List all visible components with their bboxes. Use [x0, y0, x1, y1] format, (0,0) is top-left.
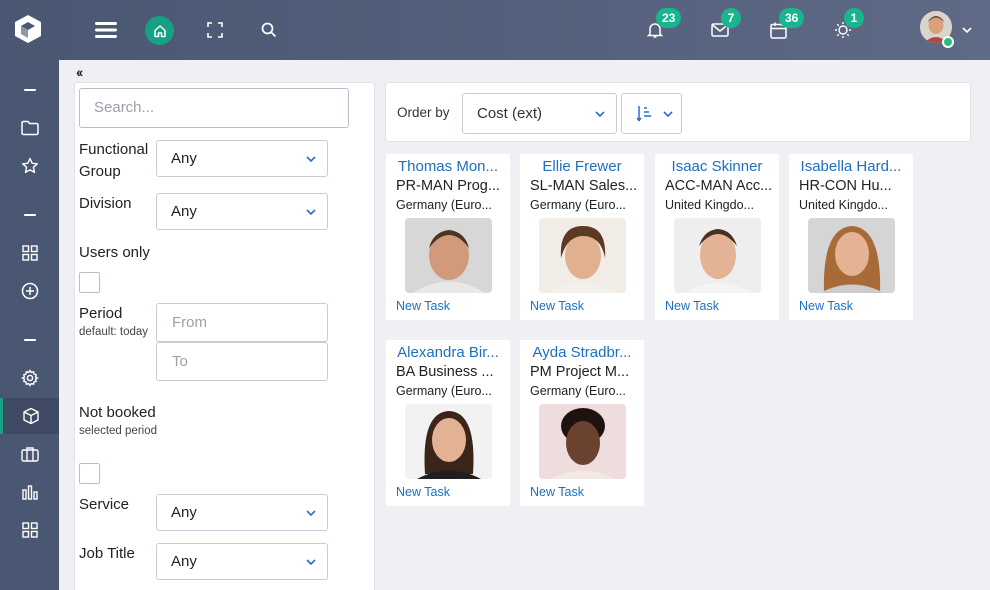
app-logo-icon[interactable]	[14, 14, 42, 44]
add-circle-icon[interactable]	[0, 273, 59, 309]
resource-card[interactable]: Thomas Mon... PR-MAN Prog... Germany (Eu…	[386, 154, 510, 320]
resource-role: BA Business ...	[396, 364, 494, 380]
home-button[interactable]	[145, 16, 174, 45]
rail-separator	[0, 72, 59, 108]
job-title-select[interactable]: Any	[156, 543, 328, 580]
job-title-value: Any	[171, 553, 197, 570]
new-task-link[interactable]: New Task	[396, 299, 450, 313]
chevron-down-icon	[306, 209, 316, 216]
resource-location: Germany (Euro...	[396, 384, 492, 398]
resource-name-link[interactable]: Isabella Hard...	[789, 158, 913, 175]
rail-separator	[0, 322, 59, 358]
resources-cube-icon[interactable]	[0, 398, 59, 434]
division-value: Any	[171, 203, 197, 220]
period-from-input[interactable]: From	[156, 303, 328, 342]
service-select[interactable]: Any	[156, 494, 328, 531]
job-title-label: Job Title	[79, 545, 135, 562]
period-label: Period	[79, 305, 123, 322]
resource-role: ACC-MAN Acc...	[665, 178, 773, 194]
order-by-select[interactable]: Cost (ext)	[462, 93, 617, 134]
not-booked-label: Not booked	[79, 404, 156, 421]
resource-card[interactable]: Alexandra Bir... BA Business ... Germany…	[386, 340, 510, 506]
notifications-badge: 23	[656, 8, 682, 28]
service-label: Service	[79, 496, 130, 513]
new-task-link[interactable]: New Task	[530, 485, 584, 499]
resource-name-link[interactable]: Ellie Frewer	[520, 158, 644, 175]
new-task-link[interactable]: New Task	[396, 485, 450, 499]
home-icon	[153, 24, 166, 37]
resource-location: Germany (Euro...	[396, 198, 492, 212]
search-input[interactable]: Search...	[79, 88, 349, 128]
grid-icon[interactable]	[0, 235, 59, 271]
division-select[interactable]: Any	[156, 193, 328, 230]
period-sublabel: default: today	[79, 326, 149, 338]
chevron-down-icon	[306, 559, 316, 566]
chevron-down-icon	[595, 111, 605, 118]
messages-badge: 7	[721, 8, 741, 28]
sort-direction-button[interactable]	[621, 93, 682, 134]
resource-role: SL-MAN Sales...	[530, 178, 638, 194]
division-label: Division	[79, 195, 132, 212]
resource-photo[interactable]	[405, 404, 492, 479]
order-by-label: Order by	[397, 105, 450, 120]
resource-role: PM Project M...	[530, 364, 630, 380]
resource-location: United Kingdo...	[665, 198, 754, 212]
resource-photo[interactable]	[808, 218, 895, 293]
new-task-link[interactable]: New Task	[799, 299, 853, 313]
settings-gear-icon[interactable]	[0, 360, 59, 396]
chevron-down-icon	[663, 111, 673, 118]
search-icon[interactable]	[257, 18, 281, 42]
resource-photo[interactable]	[539, 218, 626, 293]
resource-location: Germany (Euro...	[530, 198, 626, 212]
rail-separator	[0, 197, 59, 233]
users-only-checkbox[interactable]	[79, 272, 100, 293]
resource-card[interactable]: Isaac Skinner ACC-MAN Acc... United King…	[655, 154, 779, 320]
functional-group-label: Functional Group	[79, 141, 149, 180]
tips-badge: 1	[844, 8, 864, 28]
period-to-input[interactable]: To	[156, 342, 328, 381]
fullscreen-icon[interactable]	[203, 18, 227, 42]
functional-group-select[interactable]: Any	[156, 140, 328, 177]
chevron-down-icon[interactable]	[960, 23, 974, 37]
collapse-panel-icon[interactable]: ‹‹	[76, 64, 83, 80]
resource-photo[interactable]	[539, 404, 626, 479]
new-task-link[interactable]: New Task	[665, 299, 719, 313]
service-value: Any	[171, 504, 197, 521]
resource-name-link[interactable]: Ayda Stradbr...	[520, 344, 644, 361]
resource-photo[interactable]	[674, 218, 761, 293]
sort-ascending-icon	[636, 106, 651, 122]
resource-card[interactable]: Ayda Stradbr... PM Project M... Germany …	[520, 340, 644, 506]
resource-name-link[interactable]: Thomas Mon...	[386, 158, 510, 175]
resource-name-link[interactable]: Alexandra Bir...	[386, 344, 510, 361]
bar-chart-icon[interactable]	[0, 474, 59, 510]
chevron-down-icon	[306, 156, 316, 163]
order-by-value: Cost (ext)	[477, 105, 543, 122]
resource-card[interactable]: Ellie Frewer SL-MAN Sales... Germany (Eu…	[520, 154, 644, 320]
resource-card[interactable]: Isabella Hard... HR-CON Hu... United Kin…	[789, 154, 913, 320]
top-bar: 23 7 36 1	[0, 0, 990, 60]
apps-grid-icon[interactable]	[0, 512, 59, 548]
resource-location: United Kingdo...	[799, 198, 888, 212]
folder-icon[interactable]	[0, 110, 59, 146]
chevron-down-icon	[306, 510, 316, 517]
resource-role: HR-CON Hu...	[799, 178, 892, 194]
resource-location: Germany (Euro...	[530, 384, 626, 398]
new-task-link[interactable]: New Task	[530, 299, 584, 313]
users-only-label: Users only	[79, 244, 150, 261]
resource-name-link[interactable]: Isaac Skinner	[655, 158, 779, 175]
resource-role: PR-MAN Prog...	[396, 178, 500, 194]
not-booked-sublabel: selected period	[79, 425, 157, 437]
online-status-icon	[942, 36, 954, 48]
resource-photo[interactable]	[405, 218, 492, 293]
calendar-badge: 36	[779, 8, 805, 28]
menu-icon[interactable]	[94, 18, 118, 42]
star-icon[interactable]	[0, 148, 59, 184]
briefcase-icon[interactable]	[0, 436, 59, 472]
left-sidebar	[0, 60, 59, 590]
not-booked-checkbox[interactable]	[79, 463, 100, 484]
functional-group-value: Any	[171, 150, 197, 167]
